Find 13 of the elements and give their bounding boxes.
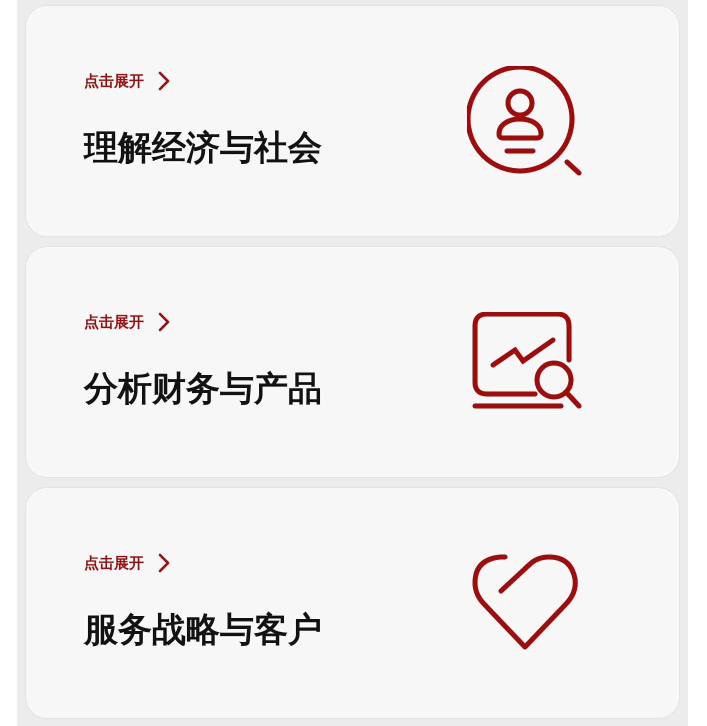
card[interactable]: 点击展开 理解经济与社会	[25, 5, 680, 237]
chevron-icon	[158, 312, 170, 332]
expand-link[interactable]: 点击展开	[84, 312, 322, 332]
chevron-icon	[158, 71, 170, 91]
card-title: 分析财务与产品	[84, 368, 322, 411]
card[interactable]: 点击展开 服务战略与客户	[25, 487, 680, 719]
card-title: 服务战略与客户	[84, 609, 322, 652]
card[interactable]: 点击展开 分析财务与产品	[25, 246, 680, 478]
card-title: 理解经济与社会	[84, 127, 322, 170]
person-search-icon	[467, 66, 583, 176]
expand-link[interactable]: 点击展开	[84, 71, 322, 91]
expand-link[interactable]: 点击展开	[84, 553, 322, 573]
chevron-icon	[158, 553, 170, 573]
